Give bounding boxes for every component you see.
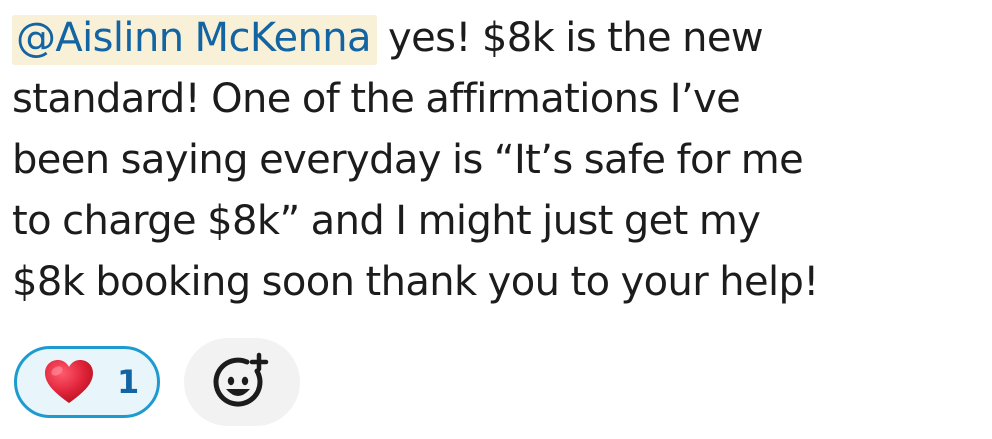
- heart-reaction-button[interactable]: 1: [14, 346, 160, 418]
- message-line: to charge $8k” and I might just get my: [12, 198, 761, 244]
- add-reaction-button[interactable]: [184, 338, 300, 426]
- reaction-count: 1: [117, 363, 140, 401]
- message-body: @Aislinn McKenna yes! $8k is the new sta…: [12, 8, 982, 313]
- message-line: @Aislinn McKenna yes! $8k is the new: [12, 8, 982, 69]
- user-mention[interactable]: @Aislinn McKenna: [12, 15, 377, 65]
- message-line: $8k booking soon thank you to your help!: [12, 259, 819, 305]
- reactions-bar: 1: [14, 338, 300, 426]
- red-heart-icon: [45, 360, 93, 403]
- add-reaction-icon: [213, 352, 269, 407]
- message-line: been saying everyday is “It’s safe for m…: [12, 137, 804, 183]
- message-line: standard! One of the affirmations I’ve: [12, 76, 741, 122]
- message-text: yes! $8k is the new: [376, 15, 764, 61]
